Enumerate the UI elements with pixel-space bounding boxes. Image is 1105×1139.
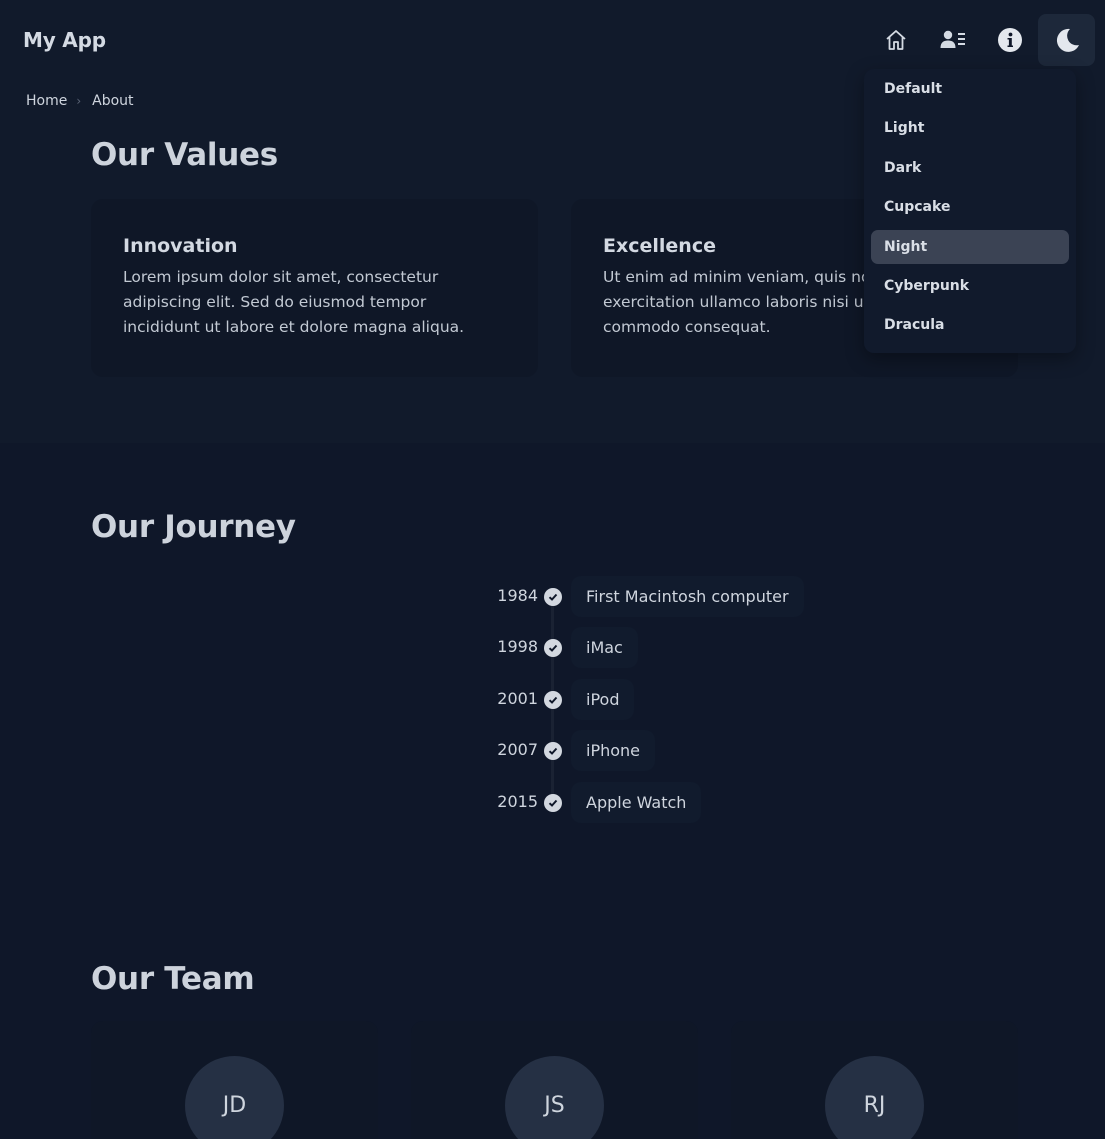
check-circle-icon <box>544 691 562 709</box>
team-member-card: RJ <box>731 1021 1018 1139</box>
value-card: Innovation Lorem ipsum dolor sit amet, c… <box>91 199 538 377</box>
timeline-year: 2001 <box>497 689 538 708</box>
value-card-line: incididunt ut labore et dolore magna ali… <box>123 318 465 336</box>
contacts-icon <box>940 30 965 48</box>
theme-option-dracula[interactable]: Dracula <box>871 308 1069 342</box>
values-title: Our Values <box>91 137 278 173</box>
value-card-line: Lorem ipsum dolor sit amet, consectetur <box>123 268 439 286</box>
theme-option-night[interactable]: Night <box>871 229 1069 264</box>
avatar: JS <box>505 1056 604 1139</box>
value-card-line: adipiscing elit. Sed do eiusmod tempor <box>123 293 427 311</box>
home-button[interactable] <box>867 14 924 66</box>
chevron-right-icon: › <box>76 94 82 108</box>
value-card-title: Innovation <box>123 235 238 257</box>
theme-dropdown-menu: Default Light Dark Cupcake Night Cyberpu… <box>864 69 1076 353</box>
contacts-button[interactable] <box>924 14 981 66</box>
journey-title: Our Journey <box>91 509 296 545</box>
app-brand[interactable]: My App <box>23 28 106 52</box>
breadcrumb-about: About <box>92 93 134 109</box>
timeline-item: 2001 iPod <box>0 679 1105 723</box>
team-member-card: JD <box>91 1021 378 1139</box>
timeline-label: iPhone <box>571 730 656 771</box>
timeline-item: 2015 Apple Watch <box>0 782 1105 826</box>
breadcrumb-home[interactable]: Home <box>26 93 67 109</box>
value-card-line: exercitation ullamco laboris nisi u <box>603 293 864 311</box>
app-root: My App Home › About Our Values Innovatio… <box>0 0 1105 1139</box>
value-card-line: Ut enim ad minim veniam, quis no <box>603 268 871 286</box>
theme-toggle-button[interactable] <box>1038 14 1095 66</box>
timeline-year: 2007 <box>497 740 538 759</box>
timeline-year: 1998 <box>497 637 538 656</box>
theme-option-dark[interactable]: Dark <box>871 151 1069 185</box>
timeline-label: iPod <box>571 679 635 720</box>
theme-option-cupcake[interactable]: Cupcake <box>871 190 1069 224</box>
value-card-line: commodo consequat. <box>603 318 771 336</box>
timeline-item: 1998 iMac <box>0 627 1105 671</box>
info-icon <box>997 28 1022 52</box>
timeline-item: 2007 iPhone <box>0 730 1105 774</box>
timeline-label: First Macintosh computer <box>571 576 804 617</box>
timeline-year: 1984 <box>497 586 538 605</box>
avatar: RJ <box>825 1056 924 1139</box>
theme-option-default[interactable]: Default <box>871 72 1069 106</box>
theme-option-cyberpunk[interactable]: Cyberpunk <box>871 269 1069 303</box>
check-circle-icon <box>544 794 562 812</box>
info-button[interactable] <box>981 14 1038 66</box>
home-icon <box>885 30 906 50</box>
check-circle-icon <box>544 588 562 606</box>
check-circle-icon <box>544 639 562 657</box>
avatar: JD <box>185 1056 284 1139</box>
nav-icon-group <box>867 14 1095 66</box>
breadcrumb: Home › About <box>26 93 134 109</box>
moon-icon <box>1056 28 1079 52</box>
timeline-label: Apple Watch <box>571 782 702 823</box>
check-circle-icon <box>544 742 562 760</box>
timeline-item: 1984 First Macintosh computer <box>0 576 1105 620</box>
timeline-year: 2015 <box>497 792 538 811</box>
team-title: Our Team <box>91 961 255 997</box>
timeline-label: iMac <box>571 627 638 668</box>
team-member-card: JS <box>411 1021 698 1139</box>
value-card-text: Lorem ipsum dolor sit amet, consectetur … <box>123 265 506 340</box>
theme-option-light[interactable]: Light <box>871 111 1069 145</box>
